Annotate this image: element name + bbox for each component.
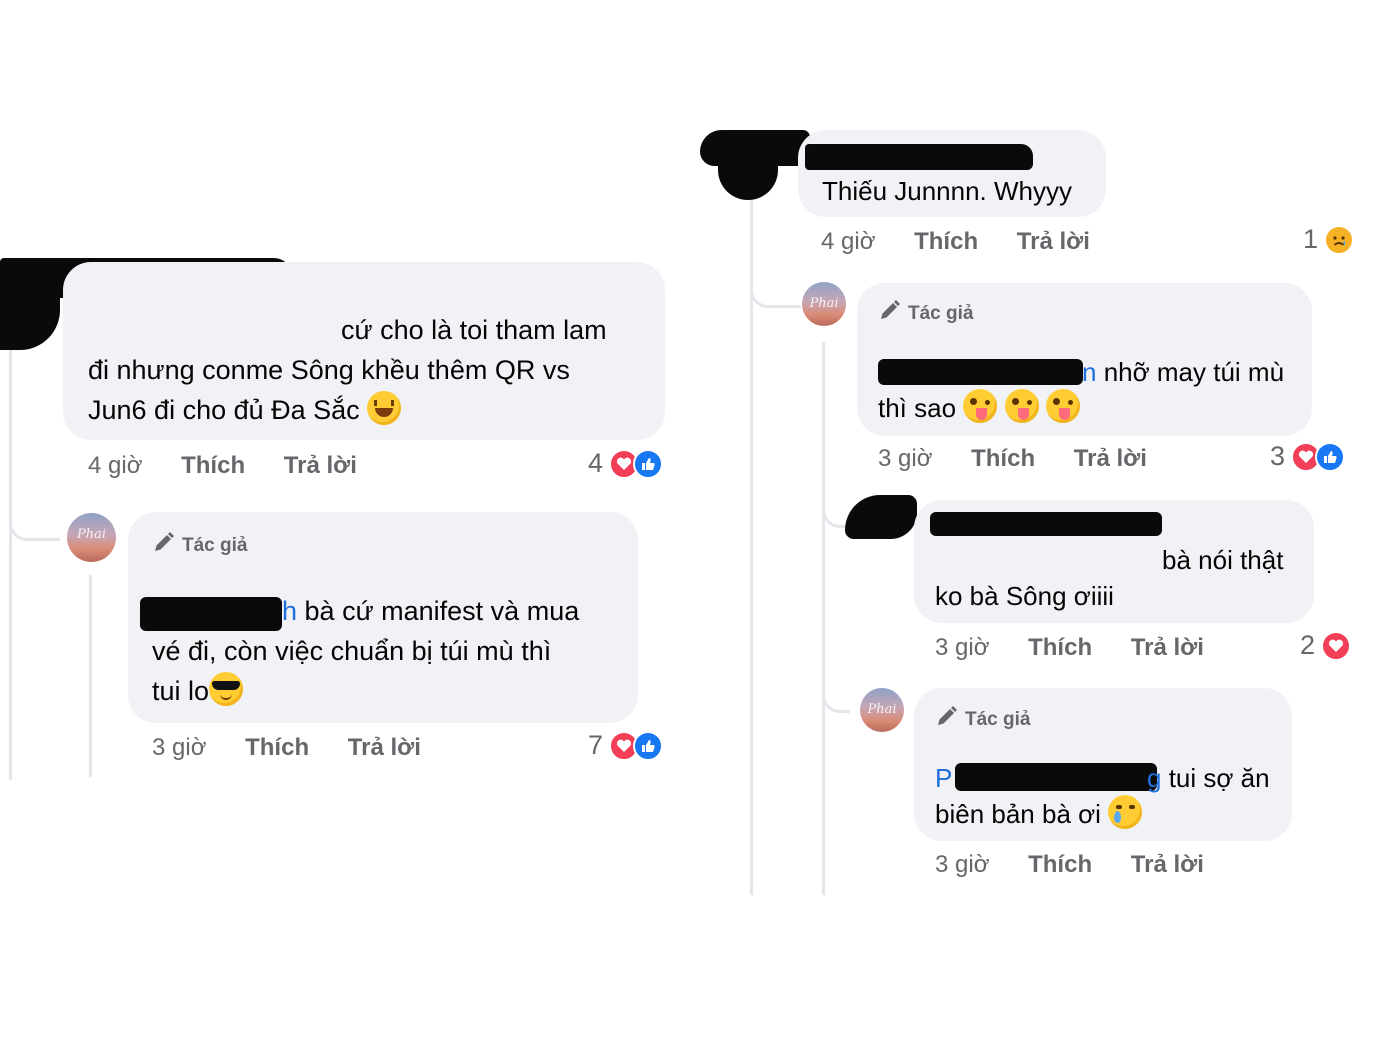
author-avatar[interactable]: Phai bbox=[860, 688, 904, 732]
reaction-count: 3 bbox=[1270, 441, 1286, 471]
reaction-summary[interactable]: 7 bbox=[588, 730, 664, 761]
redacted-mention bbox=[878, 359, 1083, 385]
timestamp: 3 giờ bbox=[878, 445, 933, 472]
comment-meta: 4 giờ Thích Trả lời bbox=[88, 452, 389, 480]
thread-connector bbox=[822, 440, 850, 528]
reply-button[interactable]: Trả lời bbox=[348, 734, 421, 761]
mention-link[interactable]: h bbox=[282, 596, 297, 626]
redacted-mention bbox=[140, 597, 282, 631]
reply-text-line: P bbox=[935, 758, 952, 798]
reaction-summary[interactable]: 3 bbox=[1270, 441, 1346, 472]
timestamp: 3 giờ bbox=[935, 634, 990, 661]
redacted-avatar bbox=[718, 160, 778, 200]
mention-link[interactable]: P bbox=[935, 763, 952, 793]
reply-button[interactable]: Trả lời bbox=[1131, 851, 1204, 878]
author-badge: Tác giả bbox=[935, 704, 1030, 731]
like-icon bbox=[633, 448, 664, 479]
zany-face-emoji-icon bbox=[1045, 389, 1080, 423]
reply-text-line: biên bản bà ơi bbox=[935, 794, 1143, 834]
timestamp: 4 giờ bbox=[88, 452, 143, 479]
mention-link[interactable]: g bbox=[1147, 763, 1161, 793]
comment-meta: 4 giờ Thích Trả lời bbox=[821, 228, 1122, 256]
author-badge: Tác giả bbox=[878, 298, 973, 325]
like-icon bbox=[633, 730, 664, 761]
reply-meta: 3 giờ Thích Trả lời bbox=[152, 734, 453, 762]
thread-line bbox=[822, 342, 825, 895]
redacted-avatar bbox=[845, 495, 917, 539]
crying-face-emoji-icon bbox=[1108, 795, 1143, 829]
reply-text-line: vé đi, còn việc chuẩn bị túi mù thì bbox=[152, 636, 552, 666]
redacted-mention bbox=[955, 763, 1157, 791]
reply-text-line: h bà cứ manifest và mua bbox=[282, 591, 579, 631]
reply-text: thì sao bbox=[878, 393, 957, 423]
like-button[interactable]: Thích bbox=[181, 452, 245, 479]
zany-face-emoji-icon bbox=[1004, 389, 1039, 423]
like-icon bbox=[1315, 441, 1346, 472]
comment-text-line: Jun6 đi cho đủ Đa Sắc bbox=[88, 390, 402, 430]
like-button[interactable]: Thích bbox=[1028, 634, 1092, 661]
sunglasses-emoji-icon bbox=[209, 672, 244, 706]
reply-text-line: g tui sợ ăn bbox=[1147, 758, 1270, 798]
heart-icon bbox=[1321, 630, 1352, 661]
reply-button[interactable]: Trả lời bbox=[1131, 634, 1204, 661]
redacted-name bbox=[930, 512, 1162, 536]
timestamp: 3 giờ bbox=[152, 734, 207, 761]
reply-text: tui sợ ăn bbox=[1161, 763, 1270, 793]
comment-text: Thiếu Junnnn. Whyyy bbox=[822, 176, 1073, 206]
reaction-count: 7 bbox=[588, 730, 604, 760]
comment-text: Jun6 đi cho đủ Đa Sắc bbox=[88, 395, 360, 425]
author-badge: Tác giả bbox=[152, 530, 247, 557]
author-avatar[interactable]: Phai bbox=[802, 282, 846, 326]
reply-text-line: ko bà Sông ơiiii bbox=[935, 581, 1114, 611]
timestamp: 3 giờ bbox=[935, 851, 990, 878]
like-button[interactable]: Thích bbox=[971, 445, 1035, 472]
reaction-count: 1 bbox=[1303, 224, 1319, 254]
reaction-count: 2 bbox=[1300, 630, 1316, 660]
thread-connector bbox=[9, 430, 60, 541]
redacted-avatar bbox=[0, 292, 60, 350]
like-button[interactable]: Thích bbox=[914, 228, 978, 255]
reply-text-line: tui lo bbox=[152, 671, 244, 711]
thread-connector bbox=[750, 250, 801, 308]
reply-meta: 3 giờ Thích Trả lời bbox=[935, 634, 1236, 662]
timestamp: 4 giờ bbox=[821, 228, 876, 255]
reply-text: bà cứ manifest và mua bbox=[297, 596, 580, 626]
reply-text-line: n nhỡ may túi mù bbox=[1082, 352, 1284, 392]
pencil-icon bbox=[938, 706, 957, 725]
thread-line bbox=[89, 575, 92, 777]
reaction-summary[interactable]: 4 bbox=[588, 448, 664, 479]
reply-text-line: bà nói thật bbox=[1162, 545, 1284, 575]
like-button[interactable]: Thích bbox=[245, 734, 309, 761]
thread-line bbox=[9, 330, 12, 780]
thread-line bbox=[750, 200, 753, 895]
zany-face-emoji-icon bbox=[963, 389, 998, 423]
reply-meta: 3 giờ Thích Trả lời bbox=[935, 851, 1236, 879]
reply-button[interactable]: Trả lời bbox=[284, 452, 357, 479]
comment-text-line: đi nhưng conme Sông khều thêm QR vs bbox=[88, 355, 570, 385]
reaction-summary[interactable]: 2 bbox=[1300, 630, 1352, 661]
laughing-emoji-icon bbox=[367, 391, 402, 425]
sad-reaction-icon bbox=[1324, 224, 1355, 255]
reaction-summary[interactable]: 1 bbox=[1303, 224, 1355, 255]
like-button[interactable]: Thích bbox=[1028, 851, 1092, 878]
reply-text: biên bản bà ơi bbox=[935, 799, 1101, 829]
reply-button[interactable]: Trả lời bbox=[1017, 228, 1090, 255]
author-avatar[interactable]: Phai bbox=[67, 513, 116, 562]
reaction-count: 4 bbox=[588, 448, 604, 478]
thread-connector bbox=[822, 640, 850, 713]
mention-link[interactable]: n bbox=[1082, 357, 1096, 387]
pencil-icon bbox=[881, 300, 900, 319]
redacted-name bbox=[805, 144, 1033, 170]
pencil-icon bbox=[155, 532, 174, 551]
comment-text-line: cứ cho là toi tham lam bbox=[341, 315, 607, 345]
reply-text-line: thì sao bbox=[878, 388, 1080, 428]
reply-text: tui lo bbox=[152, 676, 210, 706]
reply-meta: 3 giờ Thích Trả lời bbox=[878, 445, 1179, 473]
reply-text: nhỡ may túi mù bbox=[1096, 357, 1285, 387]
reply-button[interactable]: Trả lời bbox=[1074, 445, 1147, 472]
